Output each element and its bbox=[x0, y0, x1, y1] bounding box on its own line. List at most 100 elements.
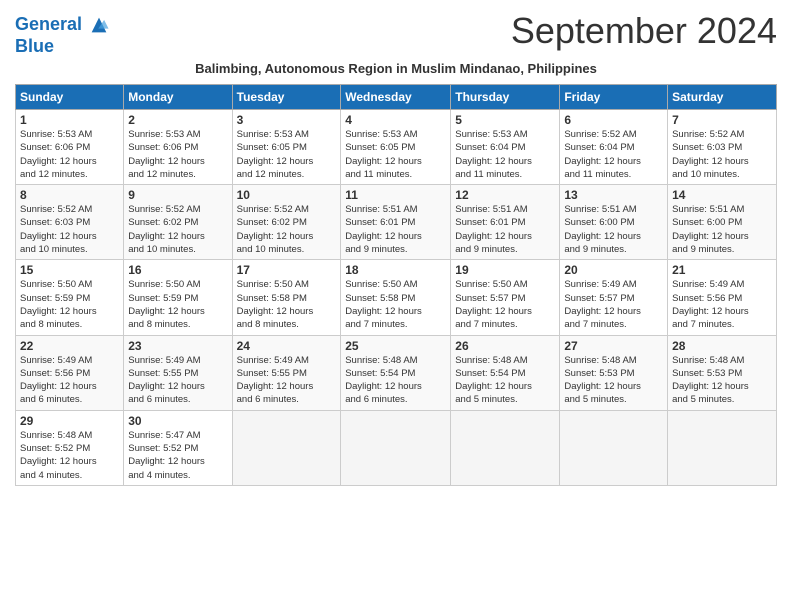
calendar-week-row: 22Sunrise: 5:49 AM Sunset: 5:56 PM Dayli… bbox=[16, 335, 777, 410]
day-info: Sunrise: 5:52 AM Sunset: 6:03 PM Dayligh… bbox=[672, 128, 772, 181]
day-number: 11 bbox=[345, 188, 446, 202]
calendar-header-row: Sunday Monday Tuesday Wednesday Thursday… bbox=[16, 85, 777, 110]
logo-blue: Blue bbox=[15, 36, 111, 57]
day-info: Sunrise: 5:48 AM Sunset: 5:54 PM Dayligh… bbox=[345, 354, 446, 407]
table-row: 8Sunrise: 5:52 AM Sunset: 6:03 PM Daylig… bbox=[16, 185, 124, 260]
table-row bbox=[560, 410, 668, 485]
day-number: 12 bbox=[455, 188, 555, 202]
day-number: 9 bbox=[128, 188, 227, 202]
day-info: Sunrise: 5:53 AM Sunset: 6:04 PM Dayligh… bbox=[455, 128, 555, 181]
table-row: 1Sunrise: 5:53 AM Sunset: 6:06 PM Daylig… bbox=[16, 110, 124, 185]
table-row bbox=[668, 410, 777, 485]
day-info: Sunrise: 5:53 AM Sunset: 6:05 PM Dayligh… bbox=[345, 128, 446, 181]
day-info: Sunrise: 5:51 AM Sunset: 6:01 PM Dayligh… bbox=[455, 203, 555, 256]
day-info: Sunrise: 5:50 AM Sunset: 5:59 PM Dayligh… bbox=[128, 278, 227, 331]
table-row: 6Sunrise: 5:52 AM Sunset: 6:04 PM Daylig… bbox=[560, 110, 668, 185]
col-tuesday: Tuesday bbox=[232, 85, 341, 110]
day-info: Sunrise: 5:49 AM Sunset: 5:55 PM Dayligh… bbox=[128, 354, 227, 407]
col-sunday: Sunday bbox=[16, 85, 124, 110]
table-row: 26Sunrise: 5:48 AM Sunset: 5:54 PM Dayli… bbox=[451, 335, 560, 410]
table-row: 25Sunrise: 5:48 AM Sunset: 5:54 PM Dayli… bbox=[341, 335, 451, 410]
day-info: Sunrise: 5:50 AM Sunset: 5:59 PM Dayligh… bbox=[20, 278, 119, 331]
day-number: 6 bbox=[564, 113, 663, 127]
table-row: 3Sunrise: 5:53 AM Sunset: 6:05 PM Daylig… bbox=[232, 110, 341, 185]
calendar: Sunday Monday Tuesday Wednesday Thursday… bbox=[15, 84, 777, 486]
table-row: 18Sunrise: 5:50 AM Sunset: 5:58 PM Dayli… bbox=[341, 260, 451, 335]
day-number: 2 bbox=[128, 113, 227, 127]
day-number: 15 bbox=[20, 263, 119, 277]
table-row: 14Sunrise: 5:51 AM Sunset: 6:00 PM Dayli… bbox=[668, 185, 777, 260]
table-row: 4Sunrise: 5:53 AM Sunset: 6:05 PM Daylig… bbox=[341, 110, 451, 185]
subtitle: Balimbing, Autonomous Region in Muslim M… bbox=[15, 61, 777, 76]
logo-general: General bbox=[15, 14, 82, 34]
day-number: 29 bbox=[20, 414, 119, 428]
calendar-week-row: 1Sunrise: 5:53 AM Sunset: 6:06 PM Daylig… bbox=[16, 110, 777, 185]
table-row: 13Sunrise: 5:51 AM Sunset: 6:00 PM Dayli… bbox=[560, 185, 668, 260]
day-info: Sunrise: 5:51 AM Sunset: 6:00 PM Dayligh… bbox=[672, 203, 772, 256]
table-row: 5Sunrise: 5:53 AM Sunset: 6:04 PM Daylig… bbox=[451, 110, 560, 185]
table-row: 16Sunrise: 5:50 AM Sunset: 5:59 PM Dayli… bbox=[124, 260, 232, 335]
day-number: 5 bbox=[455, 113, 555, 127]
table-row: 27Sunrise: 5:48 AM Sunset: 5:53 PM Dayli… bbox=[560, 335, 668, 410]
table-row bbox=[451, 410, 560, 485]
day-number: 25 bbox=[345, 339, 446, 353]
day-number: 27 bbox=[564, 339, 663, 353]
day-info: Sunrise: 5:49 AM Sunset: 5:57 PM Dayligh… bbox=[564, 278, 663, 331]
table-row: 28Sunrise: 5:48 AM Sunset: 5:53 PM Dayli… bbox=[668, 335, 777, 410]
calendar-week-row: 15Sunrise: 5:50 AM Sunset: 5:59 PM Dayli… bbox=[16, 260, 777, 335]
day-number: 21 bbox=[672, 263, 772, 277]
day-number: 26 bbox=[455, 339, 555, 353]
day-info: Sunrise: 5:52 AM Sunset: 6:02 PM Dayligh… bbox=[237, 203, 337, 256]
day-number: 17 bbox=[237, 263, 337, 277]
table-row bbox=[232, 410, 341, 485]
header: General Blue September 2024 bbox=[15, 10, 777, 57]
table-row: 29Sunrise: 5:48 AM Sunset: 5:52 PM Dayli… bbox=[16, 410, 124, 485]
day-info: Sunrise: 5:49 AM Sunset: 5:56 PM Dayligh… bbox=[20, 354, 119, 407]
table-row: 7Sunrise: 5:52 AM Sunset: 6:03 PM Daylig… bbox=[668, 110, 777, 185]
day-number: 10 bbox=[237, 188, 337, 202]
table-row: 9Sunrise: 5:52 AM Sunset: 6:02 PM Daylig… bbox=[124, 185, 232, 260]
day-number: 8 bbox=[20, 188, 119, 202]
table-row: 17Sunrise: 5:50 AM Sunset: 5:58 PM Dayli… bbox=[232, 260, 341, 335]
month-title: September 2024 bbox=[511, 10, 777, 52]
col-thursday: Thursday bbox=[451, 85, 560, 110]
day-info: Sunrise: 5:52 AM Sunset: 6:04 PM Dayligh… bbox=[564, 128, 663, 181]
day-number: 30 bbox=[128, 414, 227, 428]
day-info: Sunrise: 5:51 AM Sunset: 6:00 PM Dayligh… bbox=[564, 203, 663, 256]
col-wednesday: Wednesday bbox=[341, 85, 451, 110]
table-row: 24Sunrise: 5:49 AM Sunset: 5:55 PM Dayli… bbox=[232, 335, 341, 410]
day-info: Sunrise: 5:48 AM Sunset: 5:54 PM Dayligh… bbox=[455, 354, 555, 407]
day-number: 1 bbox=[20, 113, 119, 127]
day-info: Sunrise: 5:53 AM Sunset: 6:05 PM Dayligh… bbox=[237, 128, 337, 181]
day-info: Sunrise: 5:53 AM Sunset: 6:06 PM Dayligh… bbox=[128, 128, 227, 181]
day-number: 20 bbox=[564, 263, 663, 277]
day-info: Sunrise: 5:52 AM Sunset: 6:03 PM Dayligh… bbox=[20, 203, 119, 256]
calendar-week-row: 8Sunrise: 5:52 AM Sunset: 6:03 PM Daylig… bbox=[16, 185, 777, 260]
table-row: 30Sunrise: 5:47 AM Sunset: 5:52 PM Dayli… bbox=[124, 410, 232, 485]
day-number: 3 bbox=[237, 113, 337, 127]
day-number: 24 bbox=[237, 339, 337, 353]
day-number: 28 bbox=[672, 339, 772, 353]
table-row: 22Sunrise: 5:49 AM Sunset: 5:56 PM Dayli… bbox=[16, 335, 124, 410]
day-number: 7 bbox=[672, 113, 772, 127]
col-friday: Friday bbox=[560, 85, 668, 110]
day-info: Sunrise: 5:53 AM Sunset: 6:06 PM Dayligh… bbox=[20, 128, 119, 181]
day-info: Sunrise: 5:48 AM Sunset: 5:53 PM Dayligh… bbox=[564, 354, 663, 407]
day-info: Sunrise: 5:52 AM Sunset: 6:02 PM Dayligh… bbox=[128, 203, 227, 256]
day-number: 16 bbox=[128, 263, 227, 277]
table-row: 15Sunrise: 5:50 AM Sunset: 5:59 PM Dayli… bbox=[16, 260, 124, 335]
day-info: Sunrise: 5:50 AM Sunset: 5:58 PM Dayligh… bbox=[345, 278, 446, 331]
table-row: 10Sunrise: 5:52 AM Sunset: 6:02 PM Dayli… bbox=[232, 185, 341, 260]
day-number: 4 bbox=[345, 113, 446, 127]
day-number: 14 bbox=[672, 188, 772, 202]
day-info: Sunrise: 5:50 AM Sunset: 5:57 PM Dayligh… bbox=[455, 278, 555, 331]
table-row bbox=[341, 410, 451, 485]
day-info: Sunrise: 5:49 AM Sunset: 5:56 PM Dayligh… bbox=[672, 278, 772, 331]
col-monday: Monday bbox=[124, 85, 232, 110]
day-number: 18 bbox=[345, 263, 446, 277]
table-row: 20Sunrise: 5:49 AM Sunset: 5:57 PM Dayli… bbox=[560, 260, 668, 335]
table-row: 12Sunrise: 5:51 AM Sunset: 6:01 PM Dayli… bbox=[451, 185, 560, 260]
table-row: 23Sunrise: 5:49 AM Sunset: 5:55 PM Dayli… bbox=[124, 335, 232, 410]
day-number: 19 bbox=[455, 263, 555, 277]
day-info: Sunrise: 5:51 AM Sunset: 6:01 PM Dayligh… bbox=[345, 203, 446, 256]
